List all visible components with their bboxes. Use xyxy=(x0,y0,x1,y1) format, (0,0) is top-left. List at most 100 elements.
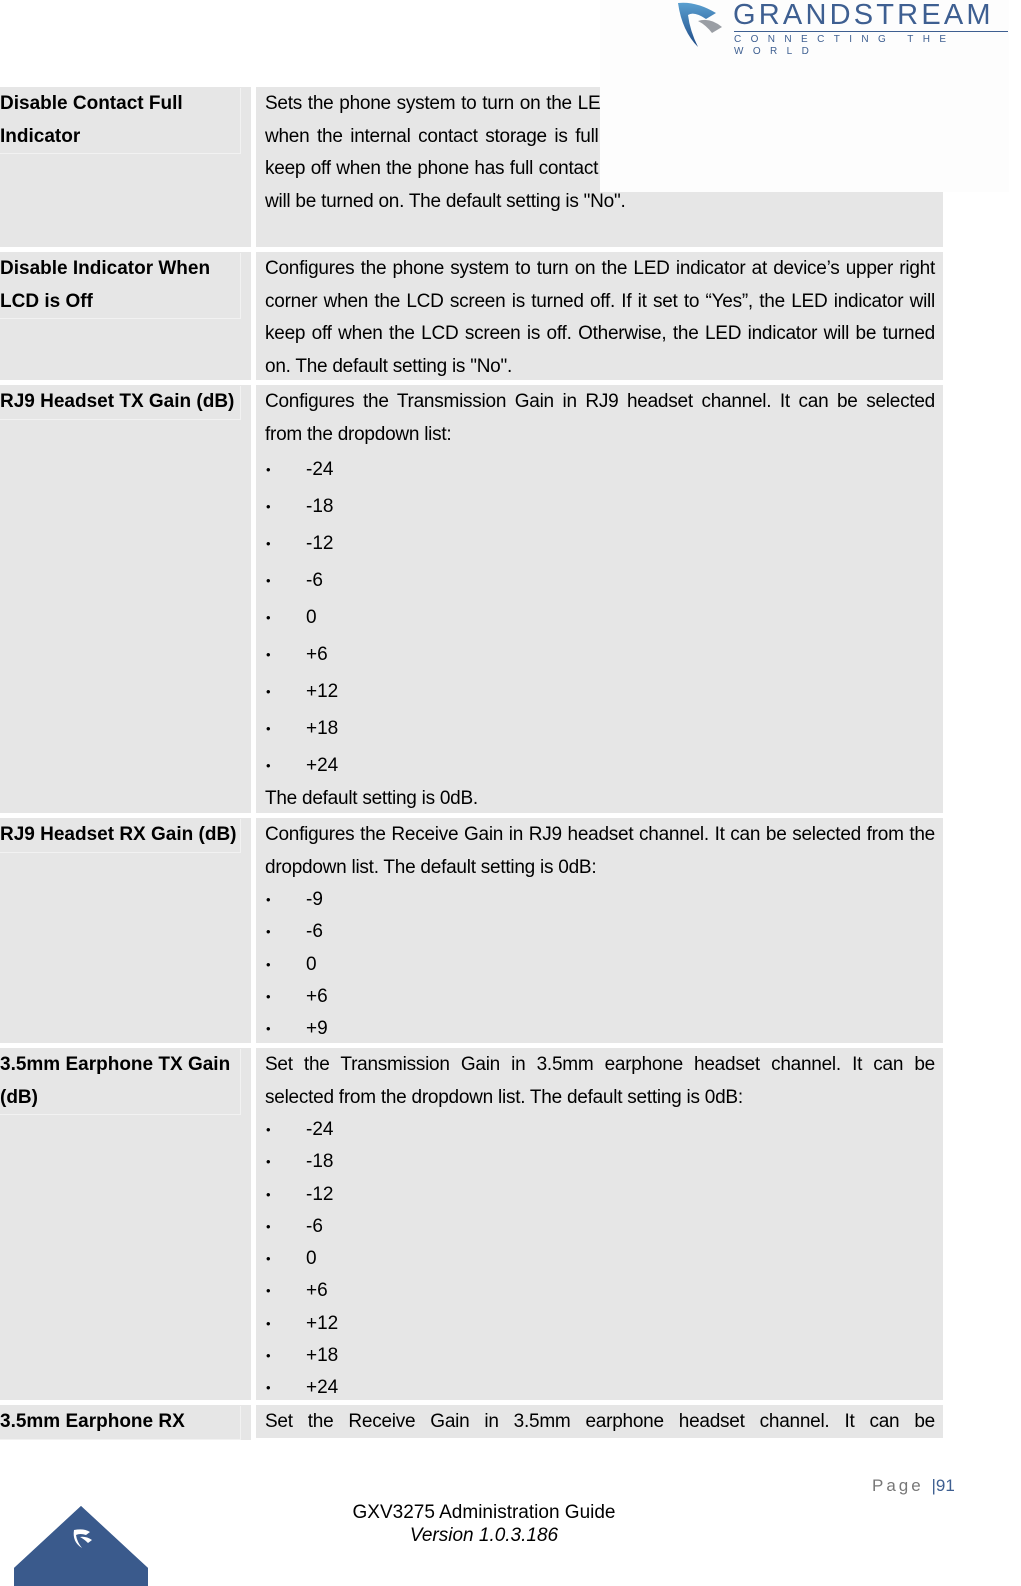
bullet-icon: • xyxy=(266,462,271,477)
option-value: -6 xyxy=(306,1215,323,1237)
bullet-icon: • xyxy=(266,1186,271,1202)
bullet-icon: • xyxy=(266,988,271,1004)
option-item: • +24 xyxy=(265,747,935,784)
setting-label: Disable Contact Full Indicator xyxy=(0,93,183,147)
option-value: +18 xyxy=(306,718,339,739)
option-item: • +12 xyxy=(265,673,935,710)
setting-description-cell: Configures the phone system to turn on t… xyxy=(256,252,943,380)
setting-description: Set the Transmission Gain in 3.5mm earph… xyxy=(265,1054,935,1108)
brand-divider xyxy=(734,31,1008,32)
bullet-icon: • xyxy=(266,499,271,514)
grandstream-logo-icon xyxy=(678,2,722,47)
option-list: • -24 • -18 • -12 • -6 • 0 • +6 • +12 • +18 • +24 xyxy=(265,1114,935,1405)
bullet-icon: • xyxy=(266,924,271,940)
bullet-icon: • xyxy=(266,721,271,736)
setting-description: Configures the Receive Gain in RJ9 heads… xyxy=(265,824,935,878)
setting-label: RJ9 Headset TX Gain (dB) xyxy=(0,391,235,412)
table-row: 3.5mm Earphone RX Set the Receive Gain i… xyxy=(0,1405,943,1440)
option-value: +18 xyxy=(306,1345,339,1367)
settings-table: Disable Contact Full Indicator Sets the … xyxy=(0,87,943,1445)
setting-label-cell: Disable Contact Full Indicator xyxy=(0,87,251,247)
setting-description: Configures the phone system to turn on t… xyxy=(265,258,935,377)
bullet-icon: • xyxy=(266,1154,271,1170)
table-row: RJ9 Headset RX Gain (dB) Configures the … xyxy=(0,818,943,1043)
setting-description: Set the Receive Gain in 3.5mm earphone h… xyxy=(265,1411,935,1432)
option-item: • -18 xyxy=(265,488,935,525)
option-item: • -24 xyxy=(265,1114,935,1146)
bullet-icon: • xyxy=(266,892,271,907)
table-row: RJ9 Headset TX Gain (dB) Configures the … xyxy=(0,385,943,813)
bullet-icon: • xyxy=(266,956,271,972)
option-item: • -6 xyxy=(265,1211,935,1243)
setting-label-cell: RJ9 Headset RX Gain (dB) xyxy=(0,818,251,1043)
option-item: • +18 xyxy=(265,710,935,747)
option-value: +24 xyxy=(306,1377,339,1399)
setting-description-cell: Set the Transmission Gain in 3.5mm earph… xyxy=(256,1048,943,1400)
bullet-icon: • xyxy=(266,1122,271,1137)
option-value: -24 xyxy=(306,1119,334,1140)
setting-label: RJ9 Headset RX Gain (dB) xyxy=(0,824,237,845)
option-item: • 0 xyxy=(265,599,935,636)
option-item: • +6 xyxy=(265,1275,935,1307)
option-item: • +6 xyxy=(265,636,935,673)
option-value: 0 xyxy=(306,953,317,975)
table-row: 3.5mm Earphone TX Gain (dB) Set the Tran… xyxy=(0,1048,943,1400)
bullet-icon: • xyxy=(266,684,271,699)
option-item: • -12 xyxy=(265,525,935,562)
setting-note: The default setting is 0dB. xyxy=(265,788,478,809)
option-value: -6 xyxy=(306,921,323,943)
page-number: Page |91 xyxy=(872,1476,955,1496)
setting-label-cell: 3.5mm Earphone RX xyxy=(0,1405,251,1440)
brand-name: GRANDSTREAM xyxy=(733,0,994,31)
option-value: -18 xyxy=(306,1151,334,1173)
table-row: Disable Indicator When LCD is Off Config… xyxy=(0,252,943,380)
setting-label: 3.5mm Earphone TX Gain (dB) xyxy=(0,1054,231,1108)
option-value: -12 xyxy=(306,533,334,554)
option-item: • +6 xyxy=(265,981,935,1013)
option-value: +12 xyxy=(306,681,339,702)
page-label: Page xyxy=(872,1476,924,1495)
option-item: • -12 xyxy=(265,1179,935,1211)
option-list: • -9 • -6 • 0 • +6 • +9 xyxy=(265,884,935,1045)
option-value: 0 xyxy=(306,607,317,628)
bullet-icon: • xyxy=(266,1218,271,1234)
option-value: -6 xyxy=(306,570,323,591)
option-item: • -18 xyxy=(265,1146,935,1178)
bullet-icon: • xyxy=(266,610,271,625)
option-item: • -9 xyxy=(265,884,935,916)
option-value: 0 xyxy=(306,1248,317,1270)
setting-description-cell: Configures the Transmission Gain in RJ9 … xyxy=(256,385,943,813)
option-value: -12 xyxy=(306,1183,334,1205)
option-item: • -24 xyxy=(265,451,935,488)
option-value: +6 xyxy=(306,1280,328,1302)
bullet-icon: • xyxy=(266,1315,271,1331)
page-number-value: 91 xyxy=(935,1476,955,1495)
bullet-icon: • xyxy=(266,1348,271,1364)
bullet-icon: • xyxy=(266,1251,271,1267)
setting-label-cell: 3.5mm Earphone TX Gain (dB) xyxy=(0,1048,251,1400)
option-item: • 0 xyxy=(265,949,935,981)
setting-label: 3.5mm Earphone RX xyxy=(0,1411,185,1432)
setting-label: Disable Indicator When LCD is Off xyxy=(0,258,211,312)
setting-description-cell: Configures the Receive Gain in RJ9 heads… xyxy=(256,818,943,1043)
option-item: • +12 xyxy=(265,1308,935,1340)
option-value: -18 xyxy=(306,496,334,517)
setting-label-cell: Disable Indicator When LCD is Off xyxy=(0,252,251,380)
option-value: +9 xyxy=(306,1018,328,1040)
bullet-icon: • xyxy=(266,1283,271,1299)
option-value: -9 xyxy=(306,889,323,910)
header-logo: GRANDSTREAM CONNECTING THE WORLD xyxy=(600,0,1009,192)
setting-label-cell: RJ9 Headset TX Gain (dB) xyxy=(0,385,251,813)
option-value: -24 xyxy=(306,459,334,480)
option-list: • -24 • -18 • -12 • -6 • 0 • +6 • +12 • +18 • +24 xyxy=(265,451,935,784)
footer-logo-icon xyxy=(14,1506,148,1586)
bullet-icon: • xyxy=(266,573,271,588)
option-item: • 0 xyxy=(265,1243,935,1275)
option-item: • +9 xyxy=(265,1013,935,1045)
bullet-icon: • xyxy=(266,647,271,662)
setting-description-cell: Set the Receive Gain in 3.5mm earphone h… xyxy=(256,1405,943,1438)
option-value: +24 xyxy=(306,755,339,776)
bullet-icon: • xyxy=(266,1021,271,1037)
bullet-icon: • xyxy=(266,1380,271,1396)
option-item: • -6 xyxy=(265,916,935,948)
